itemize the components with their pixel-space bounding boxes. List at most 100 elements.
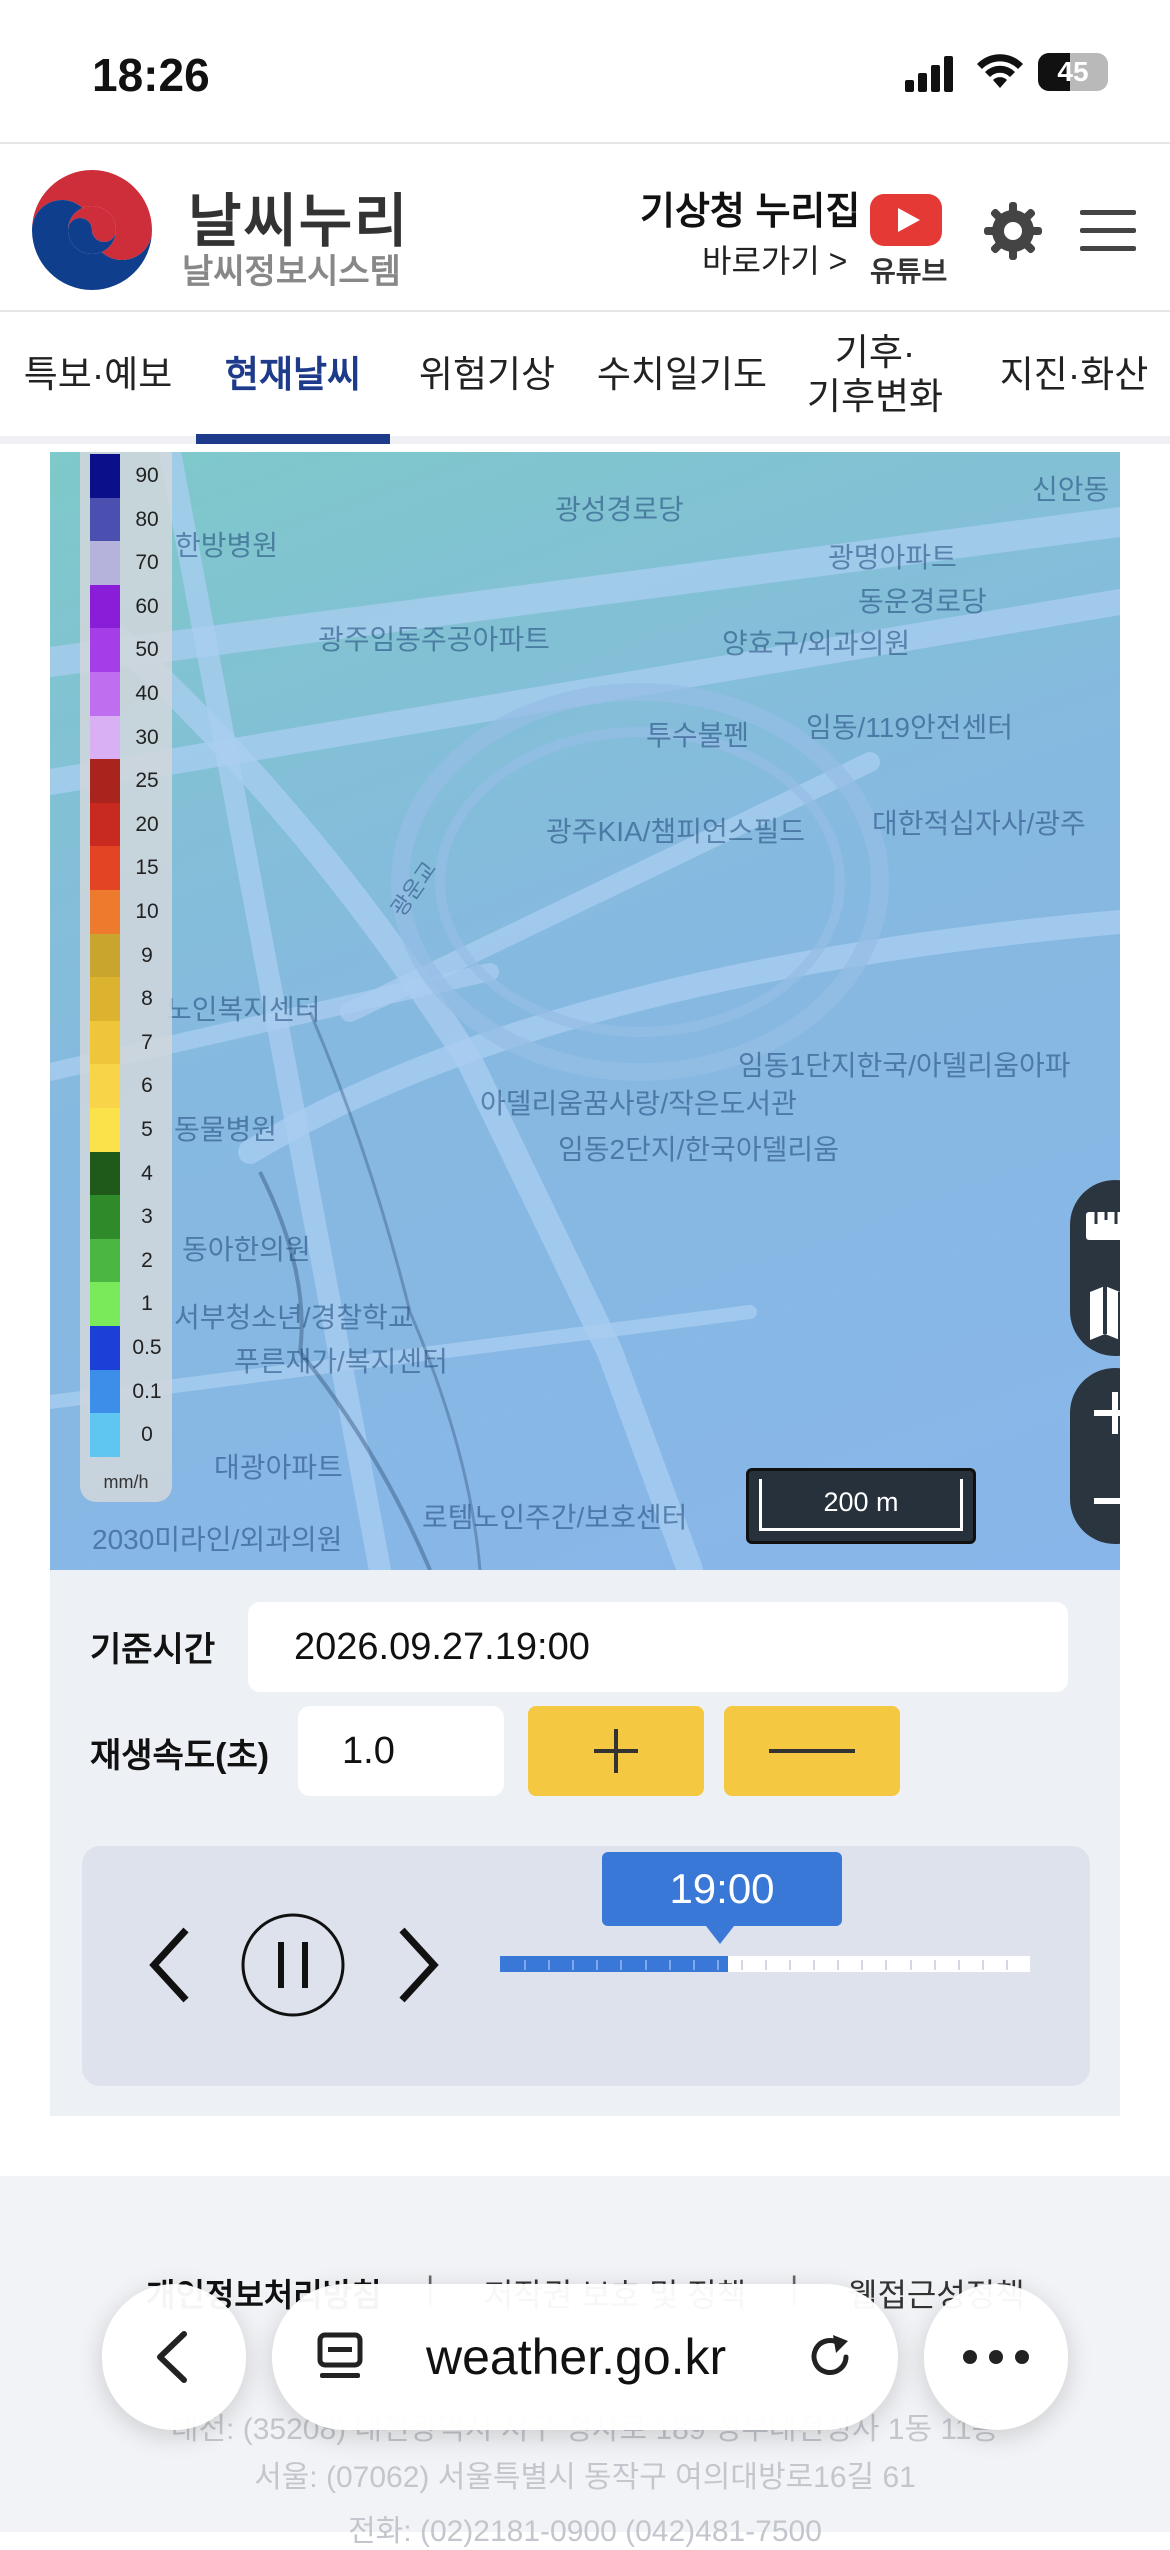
speed-minus-button[interactable]	[724, 1706, 900, 1796]
tab-earthquake-volcano[interactable]: 지진·화산	[984, 314, 1164, 436]
map-label: 신안동	[1032, 474, 1110, 505]
menu-icon[interactable]	[1080, 208, 1136, 252]
timeline-tick	[958, 1960, 960, 1970]
tab-forecast[interactable]: 특보·예보	[8, 314, 188, 436]
timeline-slider[interactable]	[500, 1956, 1030, 1972]
legend-value: 30	[135, 725, 159, 749]
youtube-icon[interactable]	[870, 194, 942, 246]
legend-swatch	[90, 890, 120, 935]
reload-icon[interactable]	[800, 2327, 860, 2387]
address-seoul: 서울: (07062) 서울특별시 동작구 여의대방로16길 61	[254, 2461, 916, 2494]
browser-back-button[interactable]	[102, 2284, 246, 2430]
previous-frame-icon[interactable]	[140, 1920, 200, 2010]
legend-swatch	[90, 759, 120, 804]
more-dots-icon	[963, 2350, 1029, 2364]
legend-swatch	[90, 1282, 120, 1327]
timeline-tick	[813, 1960, 815, 1970]
timeline-tick	[596, 1960, 598, 1970]
timeline-tick	[645, 1960, 647, 1970]
tab-climate[interactable]: 기후· 기후변화	[790, 314, 960, 436]
timeline-tick	[765, 1960, 767, 1970]
timeline-tick	[910, 1960, 912, 1970]
legend-value: 3	[141, 1205, 153, 1229]
browser-more-button[interactable]	[924, 2284, 1068, 2430]
tab-hazard-weather[interactable]: 위험기상	[400, 314, 574, 436]
map-label: 2030미라인/외과의원	[92, 1524, 343, 1555]
legend-value: 1	[141, 1292, 153, 1316]
youtube-label[interactable]: 유튜브	[870, 250, 947, 290]
base-time-value: 2026.09.27.19:00	[294, 1625, 590, 1668]
map-label: 로템노인주간/보호센터	[422, 1502, 688, 1533]
playback-panel: 기준시간 2026.09.27.19:00 재생속도(초) 1.0 19:00	[50, 1570, 1120, 2116]
reader-mode-icon[interactable]	[312, 2327, 372, 2387]
map-label: 동물병원	[174, 1114, 278, 1145]
legend-value: 0.5	[132, 1336, 162, 1359]
timeline-tick	[693, 1960, 695, 1970]
legend-swatch	[90, 1020, 120, 1065]
battery-level: 45	[1057, 56, 1089, 87]
back-chevron-icon	[157, 2331, 187, 2383]
tab-numerical-chart[interactable]: 수치일기도	[584, 314, 780, 436]
legend-swatch	[90, 715, 120, 760]
minus-icon	[769, 1749, 855, 1753]
legend-value: 70	[135, 551, 159, 575]
kma-homepage-link[interactable]: 바로가기 >	[702, 236, 847, 282]
url-text: weather.go.kr	[426, 2329, 727, 2385]
next-frame-icon[interactable]	[388, 1920, 448, 2010]
wifi-icon	[977, 54, 1023, 88]
pause-button[interactable]	[240, 1912, 346, 2018]
taegeuk-logo-icon[interactable]	[24, 162, 160, 298]
legend-value: 7	[141, 1030, 153, 1054]
map-label: 아델리움꿈사랑/작은도서관	[480, 1088, 797, 1119]
legend-swatch	[90, 1238, 120, 1283]
zoom-controls	[1070, 1368, 1120, 1544]
zoom-out-icon[interactable]	[1070, 1456, 1120, 1544]
timeline-tick	[789, 1960, 791, 1970]
timeline-player: 19:00	[82, 1846, 1090, 2086]
legend-swatch	[90, 672, 120, 717]
main-nav: 특보·예보 현재날씨 위험기상 수치일기도 기후· 기후변화 지진·화산	[0, 314, 1170, 444]
timeline-tick	[620, 1960, 622, 1970]
legend-swatch	[90, 802, 120, 847]
gear-icon[interactable]	[982, 200, 1044, 262]
map-label: 광주임동주공아파트	[318, 624, 550, 655]
map-label: 동운경로당	[858, 586, 987, 617]
timeline-tick	[837, 1960, 839, 1970]
map-label: 동아한의원	[182, 1234, 311, 1265]
map-label: 대한적십자사/광주	[872, 808, 1086, 839]
ruler-icon[interactable]	[1070, 1180, 1120, 1268]
legend-swatch	[90, 1369, 120, 1414]
map-label: 임동/119안전센터	[806, 712, 1013, 743]
current-time-tooltip: 19:00	[602, 1852, 842, 1944]
map-label: 양효구/외과의원	[722, 628, 911, 659]
timeline-tick	[885, 1960, 887, 1970]
base-time-field[interactable]: 2026.09.27.19:00	[248, 1602, 1068, 1692]
tab-current-weather[interactable]: 현재날씨	[196, 314, 390, 444]
map-label: 투수불펜	[646, 720, 750, 751]
legend-value: 20	[135, 812, 159, 836]
legend-swatch	[90, 846, 120, 891]
legend-swatch	[90, 933, 120, 978]
legend-value: 6	[141, 1074, 153, 1098]
speed-plus-button[interactable]	[528, 1706, 704, 1796]
legend-swatch	[90, 1064, 120, 1109]
zoom-in-icon[interactable]	[1070, 1368, 1120, 1456]
legend-value: 5	[141, 1118, 153, 1141]
legend-value: 40	[135, 682, 159, 705]
legend-value: 0.1	[132, 1379, 162, 1403]
cellular-signal-icon	[905, 56, 957, 92]
browser-address-bar[interactable]: weather.go.kr	[272, 2284, 898, 2430]
speed-field[interactable]: 1.0	[298, 1706, 504, 1796]
radar-map[interactable]: 광성경로당 신안동 한방병원 광명아파트 동운경로당 광주임동주공아파트 양효구…	[50, 452, 1120, 1570]
legend-value: 10	[135, 900, 159, 923]
map-layers-icon[interactable]	[1070, 1268, 1120, 1356]
map-label: 노인복지센터	[166, 994, 321, 1025]
legend-value: 4	[141, 1161, 153, 1185]
kma-homepage-title: 기상청 누리집	[640, 191, 861, 233]
timeline-tick	[982, 1960, 984, 1970]
map-label: 임동2단지/한국아델리움	[558, 1134, 839, 1165]
legend-value: 0	[141, 1423, 153, 1447]
timeline-tick	[741, 1960, 743, 1970]
timeline-tick	[861, 1960, 863, 1970]
battery-icon: 45	[1038, 53, 1108, 91]
